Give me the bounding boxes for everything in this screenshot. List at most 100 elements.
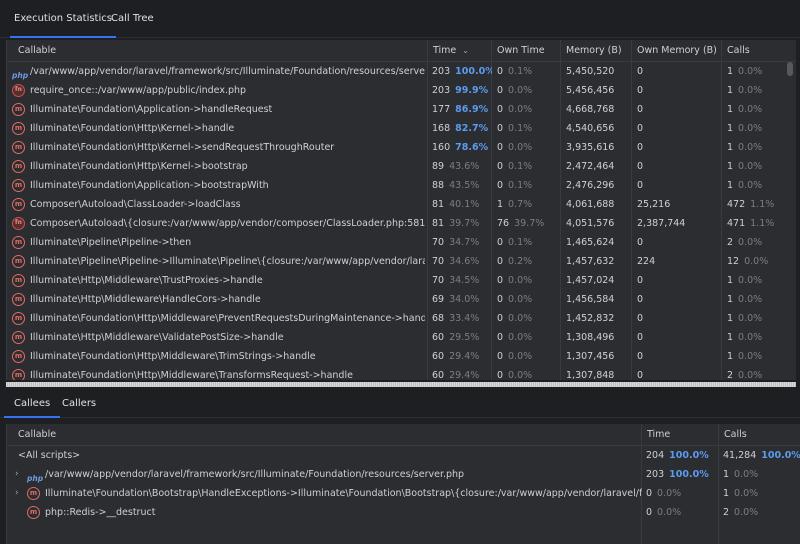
col-callable[interactable]: Callable	[18, 40, 56, 62]
chevron-right-icon[interactable]: ›	[15, 465, 19, 484]
col-calls[interactable]: Calls	[727, 40, 750, 62]
table-row[interactable]: m Illuminate\Foundation\Http\Kernel->hand…	[7, 119, 783, 138]
time-cell: 60 29.4%	[432, 347, 492, 366]
own-time-value: 0	[497, 123, 504, 134]
table-row[interactable]: fn require_once::/var/www/app/public/inde…	[7, 81, 783, 100]
own-memory-cell: 0	[637, 81, 721, 100]
time-cell: 60 29.4%	[432, 366, 492, 380]
calls-cell: 1 0.0%	[727, 119, 785, 138]
calls-percent: 0.0%	[738, 313, 763, 324]
callees-col-calls[interactable]: Calls	[724, 424, 747, 446]
callee-row[interactable]: › m Illuminate\Foundation\Bootstrap\Handle…	[7, 484, 800, 503]
memory-value: 1,307,848	[566, 370, 615, 380]
callee-time-percent: 0.0%	[657, 488, 682, 499]
own-memory-value: 0	[637, 370, 644, 380]
table-row[interactable]: m Composer\Autoload\ClassLoader->loadClas…	[7, 195, 783, 214]
table-row[interactable]: m Illuminate\Http\Middleware\TrustProxies…	[7, 271, 783, 290]
time-percent: 43.5%	[449, 180, 480, 191]
time-percent: 34.5%	[449, 275, 480, 286]
col-own-memory[interactable]: Own Memory (B)	[637, 40, 717, 62]
chevron-right-icon[interactable]: ›	[15, 484, 19, 503]
callees-col-callable[interactable]: Callable	[18, 424, 56, 446]
tab-call-tree[interactable]: Call Tree	[111, 0, 154, 38]
calls-cell: 1 0.0%	[727, 100, 785, 119]
callee-calls-percent: 0.0%	[734, 488, 759, 499]
table-row[interactable]: m Illuminate\Foundation\Http\Kernel->send…	[7, 138, 783, 157]
memory-value: 4,051,576	[566, 218, 615, 229]
table-row[interactable]: m Illuminate\Foundation\Http\Middleware\T…	[7, 347, 783, 366]
col-memory[interactable]: Memory (B)	[566, 40, 622, 62]
own-time-percent: 0.1%	[508, 161, 533, 172]
callable-cell: Illuminate\Pipeline\Pipeline->then	[30, 233, 425, 252]
own-memory-value: 0	[637, 123, 644, 134]
calls-cell: 1 0.0%	[727, 290, 785, 309]
own-memory-cell: 0	[637, 62, 721, 81]
table-row[interactable]: php/var/www/app/vendor/laravel/framework…	[7, 62, 783, 81]
table-row[interactable]: m Illuminate\Foundation\Application->hand…	[7, 100, 783, 119]
memory-cell: 4,051,576	[566, 214, 630, 233]
memory-value: 1,308,496	[566, 332, 615, 343]
time-value: 70	[432, 275, 445, 286]
own-time-value: 0	[497, 66, 504, 77]
callable-cell: /var/www/app/vendor/laravel/framework/sr…	[30, 62, 425, 81]
own-time-value: 0	[497, 142, 504, 153]
scrollbar-thumb[interactable]	[787, 62, 793, 76]
table-row[interactable]: m Illuminate\Pipeline\Pipeline->Illuminat…	[7, 252, 783, 271]
memory-cell: 5,456,456	[566, 81, 630, 100]
table-row[interactable]: m Illuminate\Http\Middleware\HandleCors->…	[7, 290, 783, 309]
sort-desc-icon[interactable]: ⌄	[462, 40, 469, 62]
table-row[interactable]: m Illuminate\Foundation\Http\Kernel->boot…	[7, 157, 783, 176]
table-row[interactable]: m Illuminate\Foundation\Http\Middleware\P…	[7, 309, 783, 328]
memory-cell: 4,061,688	[566, 195, 630, 214]
own-time-percent: 0.1%	[508, 180, 533, 191]
own-time-cell: 0 0.1%	[497, 176, 559, 195]
callable-name: Composer\Autoload\{closure:/var/www/app/…	[30, 218, 425, 229]
col-time[interactable]: Time ⌄	[433, 40, 469, 62]
callable-name: Illuminate\Http\Middleware\HandleCors->h…	[30, 294, 261, 305]
callee-row[interactable]: <All scripts> 204 100.0% 41,284 100.0%	[7, 446, 800, 465]
tab-callees[interactable]: Callees	[3, 390, 61, 418]
time-percent: 29.5%	[449, 332, 480, 343]
callable-cell: Illuminate\Foundation\Application->boots…	[30, 176, 425, 195]
time-cell: 160 78.6%	[432, 138, 492, 157]
time-percent: 29.4%	[449, 351, 480, 362]
callee-row[interactable]: › php/var/www/app/vendor/laravel/framewor…	[7, 465, 800, 484]
time-cell: 69 34.0%	[432, 290, 492, 309]
time-percent: 40.1%	[449, 199, 480, 210]
method-icon: m	[12, 122, 25, 135]
table-row[interactable]: fn Composer\Autoload\{closure:/var/www/ap…	[7, 214, 783, 233]
own-time-cell: 0 0.0%	[497, 328, 559, 347]
execution-statistics-table: Callable Time ⌄ Own Time Memory (B) Own M…	[6, 40, 796, 380]
tab-callers[interactable]: Callers	[62, 390, 96, 418]
callee-calls-value: 2	[723, 507, 730, 518]
table-row[interactable]: m Illuminate\Foundation\Application->boot…	[7, 176, 783, 195]
memory-cell: 1,308,496	[566, 328, 630, 347]
time-value: 203	[432, 85, 451, 96]
method-icon: m	[12, 293, 25, 306]
memory-value: 4,668,768	[566, 104, 615, 115]
calls-percent: 0.0%	[738, 180, 763, 191]
time-cell: 60 29.5%	[432, 328, 492, 347]
vertical-scrollbar[interactable]	[784, 62, 796, 380]
table-row[interactable]: m Illuminate\Foundation\Http\Middleware\T…	[7, 366, 783, 380]
callee-time-value: 204	[646, 450, 665, 461]
callees-col-time[interactable]: Time	[647, 424, 670, 446]
own-time-cell: 0 0.0%	[497, 138, 559, 157]
col-own-time[interactable]: Own Time	[497, 40, 545, 62]
own-memory-cell: 0	[637, 366, 721, 380]
method-icon: m	[12, 160, 25, 173]
callee-row[interactable]: m php::Redis->__destruct 0 0.0% 2 0.0%	[7, 503, 800, 522]
memory-cell: 2,476,296	[566, 176, 630, 195]
callee-callable-cell: php::Redis->__destruct	[45, 503, 642, 522]
own-memory-cell: 0	[637, 347, 721, 366]
calls-value: 471	[727, 218, 746, 229]
own-time-value: 0	[497, 161, 504, 172]
horizontal-scrollbar[interactable]	[6, 382, 796, 387]
function-icon: fn	[12, 84, 25, 97]
method-icon: m	[12, 179, 25, 192]
own-memory-value: 0	[637, 237, 644, 248]
tab-execution-statistics[interactable]: Execution Statistics	[10, 0, 116, 38]
own-time-cell: 0 0.1%	[497, 119, 559, 138]
table-row[interactable]: m Illuminate\Pipeline\Pipeline->then 70 34.…	[7, 233, 783, 252]
table-row[interactable]: m Illuminate\Http\Middleware\ValidatePost…	[7, 328, 783, 347]
